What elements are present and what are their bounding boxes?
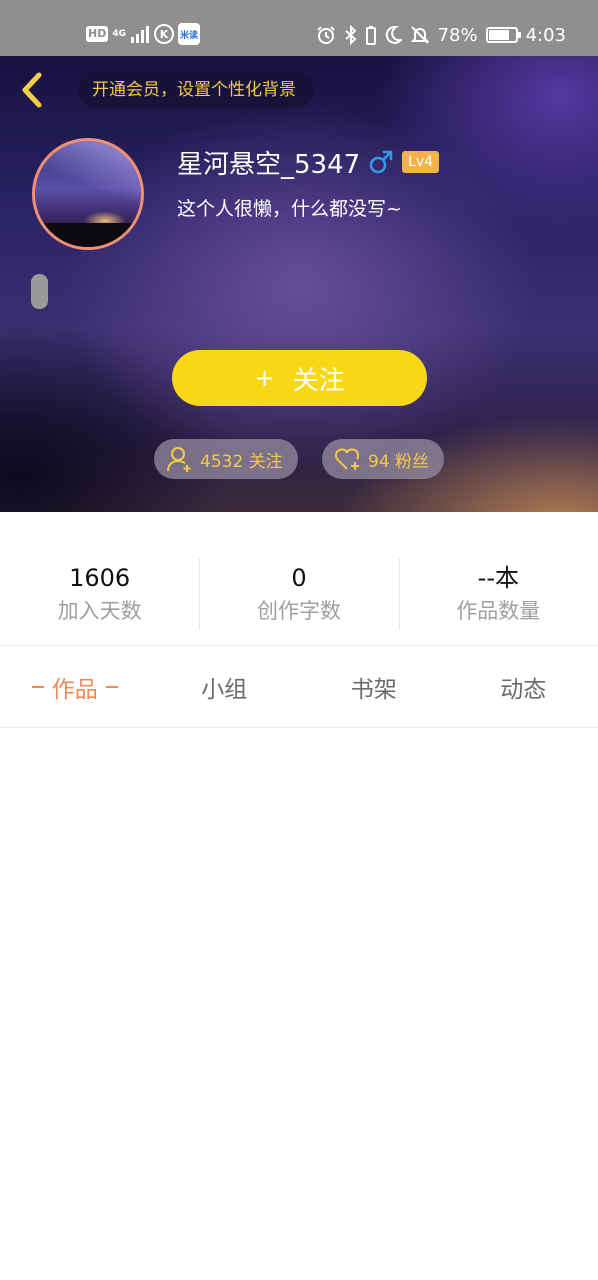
username-row: 星河悬空_5347 Lv4 xyxy=(177,144,440,180)
profile-header: 开通会员，设置个性化背景 星河悬空_5347 Lv4 这个人很懒，什么都没写~ … xyxy=(0,56,598,512)
stat-join-days: 1606 加入天数 xyxy=(0,512,199,645)
fans-count-text: 94 粉丝 xyxy=(368,451,430,472)
fans-count-pill[interactable]: 94 粉丝 xyxy=(322,439,444,479)
active-tab-indicator-right xyxy=(105,686,118,688)
plus-icon: + xyxy=(254,364,275,392)
network-type-label: 4G xyxy=(112,29,126,39)
battery-level-fill xyxy=(488,30,509,40)
stat-value: 1606 xyxy=(69,564,131,592)
profile-stats: 1606 加入天数 0 创作字数 --本 作品数量 xyxy=(0,512,598,646)
app-icon: 米读 xyxy=(178,23,200,45)
battery-icon xyxy=(485,27,521,43)
status-bar: HD 4G K 米读 78% 4:03 xyxy=(0,0,598,56)
stat-label: 作品数量 xyxy=(456,599,541,623)
level-badge: Lv4 xyxy=(402,151,440,173)
profile-tabs: 作品 小组 书架 动态 xyxy=(0,647,598,728)
user-add-icon xyxy=(167,447,191,472)
stat-value: --本 xyxy=(477,564,519,592)
male-icon xyxy=(369,150,393,174)
status-right-icons: 78% 4:03 xyxy=(316,20,566,50)
hd-icon: HD xyxy=(86,26,109,42)
stat-label: 加入天数 xyxy=(57,599,142,623)
follow-button[interactable]: + 关注 xyxy=(172,350,427,406)
tab-label: 小组 xyxy=(201,677,248,703)
tab-groups[interactable]: 小组 xyxy=(150,647,300,727)
avatar[interactable] xyxy=(32,138,144,250)
tab-label: 作品 xyxy=(51,677,98,703)
tab-label: 书架 xyxy=(350,677,397,703)
stat-word-count: 0 创作字数 xyxy=(199,512,398,645)
clock: 4:03 xyxy=(525,24,566,46)
avatar-horizon xyxy=(35,223,141,247)
vip-background-banner[interactable]: 开通会员，设置个性化背景 xyxy=(78,72,314,108)
following-count-text: 4532 关注 xyxy=(200,451,283,472)
tab-label: 动态 xyxy=(500,677,547,703)
signal-icon xyxy=(131,26,149,43)
stat-label: 创作字数 xyxy=(256,599,341,623)
battery-saver-icon xyxy=(365,26,376,45)
status-left-icons: HD 4G K 米读 xyxy=(86,20,200,48)
user-bio: 这个人很懒，什么都没写~ xyxy=(177,198,402,220)
side-scroll-handle[interactable] xyxy=(31,274,48,309)
active-tab-indicator-left xyxy=(31,686,44,688)
stat-works-count: --本 作品数量 xyxy=(398,512,598,645)
chevron-left-icon xyxy=(22,72,42,108)
k-app-icon: K xyxy=(154,24,174,44)
heart-icon xyxy=(334,448,360,470)
tab-works[interactable]: 作品 xyxy=(0,647,150,727)
stat-value: 0 xyxy=(291,564,307,592)
username: 星河悬空_5347 xyxy=(177,149,361,180)
follow-button-label: 关注 xyxy=(292,365,345,396)
back-button[interactable] xyxy=(14,70,50,110)
tab-activity[interactable]: 动态 xyxy=(449,647,598,727)
following-count-pill[interactable]: 4532 关注 xyxy=(154,439,298,479)
tab-bookshelf[interactable]: 书架 xyxy=(299,647,449,727)
bluetooth-icon xyxy=(344,25,357,45)
moon-icon xyxy=(385,25,402,44)
battery-percent: 78% xyxy=(437,24,478,46)
alarm-icon xyxy=(316,26,335,44)
mute-bell-icon xyxy=(410,26,429,44)
